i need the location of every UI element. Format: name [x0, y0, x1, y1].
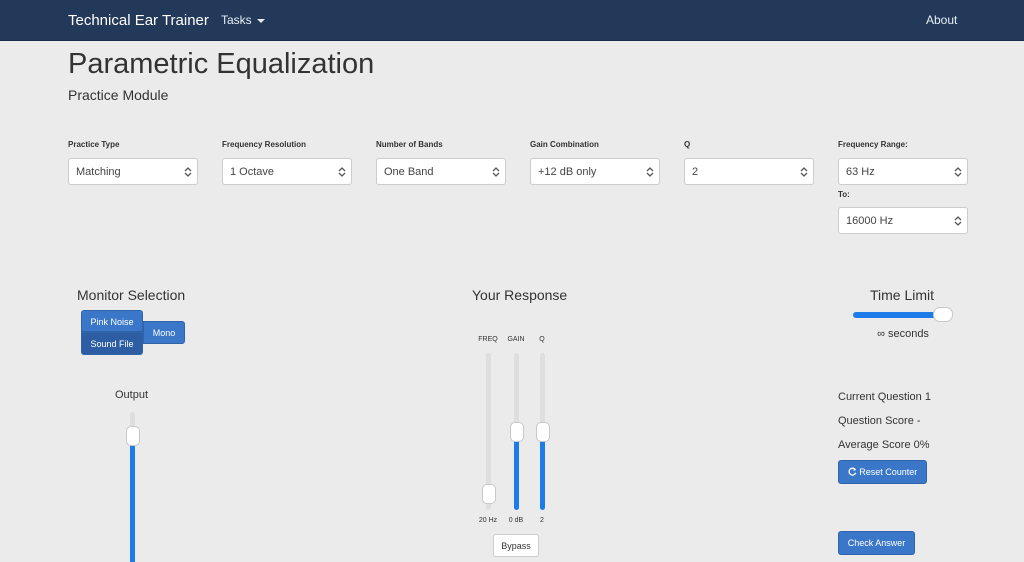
your-response-title: Your Response: [472, 287, 568, 303]
gain-value-label: 0 dB: [508, 517, 524, 524]
practice-type-select[interactable]: Matching: [68, 158, 198, 185]
select-arrows-icon: [184, 167, 192, 177]
time-limit-value: ∞ seconds: [877, 328, 929, 340]
gain-combination-select[interactable]: +12 dB only: [530, 158, 660, 185]
gain-slider-handle[interactable]: [510, 422, 524, 442]
freq-slider-handle[interactable]: [482, 484, 496, 504]
output-slider-handle[interactable]: [126, 426, 140, 446]
q-value: 2: [692, 166, 699, 178]
mono-button[interactable]: Mono: [143, 321, 185, 344]
brand-link[interactable]: Technical Ear Trainer: [68, 12, 209, 29]
gain-slider-label: GAIN: [507, 336, 525, 343]
pink-noise-button[interactable]: Pink Noise: [81, 310, 143, 332]
monitor-selection-title: Monitor Selection: [77, 287, 186, 303]
number-of-bands-label: Number of Bands: [376, 140, 443, 149]
tasks-menu-label: Tasks: [221, 13, 252, 27]
average-score-text: Average Score 0%: [838, 439, 930, 451]
caret-down-icon: [256, 18, 265, 23]
current-question-text: Current Question 1: [838, 391, 931, 403]
practice-type-value: Matching: [76, 166, 121, 178]
q-select[interactable]: 2: [684, 158, 814, 185]
gain-combination-value: +12 dB only: [538, 166, 597, 178]
frequency-range-label: Frequency Range:: [838, 140, 908, 149]
tasks-menu[interactable]: Tasks: [221, 13, 265, 27]
gain-slider-fill: [514, 432, 519, 510]
number-of-bands-select[interactable]: One Band: [376, 158, 506, 185]
reset-counter-button[interactable]: Reset Counter: [838, 460, 927, 484]
frequency-resolution-value: 1 Octave: [230, 166, 275, 178]
frequency-range-from-select[interactable]: 63 Hz: [838, 158, 968, 185]
select-arrows-icon: [338, 167, 346, 177]
time-limit-fill: [853, 312, 943, 318]
q-slider-label: Q: [539, 336, 545, 343]
q-slider-fill: [540, 432, 545, 510]
bypass-button[interactable]: Bypass: [493, 534, 539, 557]
q-slider-handle[interactable]: [536, 422, 550, 442]
about-link[interactable]: About: [926, 13, 957, 27]
time-limit-title: Time Limit: [870, 287, 935, 303]
frequency-range-to-label: To:: [838, 190, 850, 199]
frequency-range-from-value: 63 Hz: [846, 166, 875, 178]
select-arrows-icon: [492, 167, 500, 177]
reset-counter-label: Reset Counter: [859, 467, 918, 477]
sound-file-button[interactable]: Sound File: [81, 332, 143, 355]
page-title: Parametric Equalization: [68, 48, 375, 80]
select-arrows-icon: [954, 167, 962, 177]
number-of-bands-value: One Band: [384, 166, 434, 178]
frequency-range-to-select[interactable]: 16000 Hz: [838, 207, 968, 234]
refresh-icon: [848, 467, 857, 476]
page-subtitle: Practice Module: [68, 87, 169, 103]
q-label: Q: [684, 140, 691, 149]
q-value-label: 2: [540, 517, 544, 524]
freq-slider-label: FREQ: [478, 336, 498, 343]
time-limit-handle[interactable]: [933, 307, 953, 322]
frequency-resolution-label: Frequency Resolution: [222, 140, 307, 149]
select-arrows-icon: [646, 167, 654, 177]
freq-value-label: 20 Hz: [478, 517, 498, 524]
gain-combination-label: Gain Combination: [530, 140, 599, 149]
output-slider-fill: [130, 436, 135, 562]
practice-type-label: Practice Type: [68, 140, 120, 149]
navbar: Technical Ear Trainer Tasks About: [0, 0, 1024, 41]
check-answer-button[interactable]: Check Answer: [838, 531, 915, 555]
frequency-range-to-value: 16000 Hz: [846, 215, 894, 227]
frequency-resolution-select[interactable]: 1 Octave: [222, 158, 352, 185]
select-arrows-icon: [800, 167, 808, 177]
output-title: Output: [115, 389, 149, 401]
question-score-text: Question Score -: [838, 415, 921, 427]
select-arrows-icon: [954, 216, 962, 226]
